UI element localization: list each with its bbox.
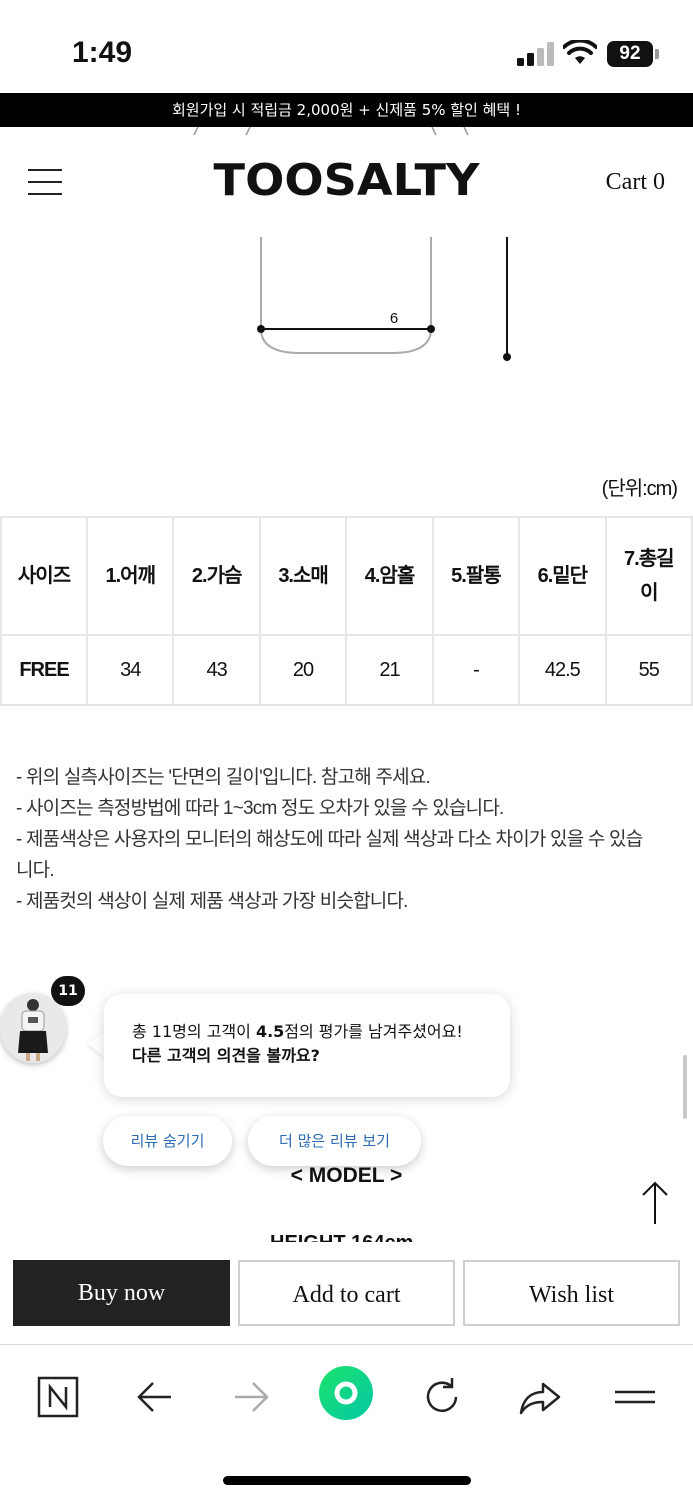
more-reviews-button[interactable]: 더 많은 리뷰 보기 (248, 1116, 421, 1166)
naver-icon[interactable] (34, 1373, 82, 1421)
scrollbar[interactable] (683, 1055, 687, 1119)
table-cell: 42.5 (518, 634, 607, 706)
share-icon[interactable] (515, 1373, 563, 1421)
size-table: 사이즈 1.어깨 2.가슴 3.소매 4.암홀 5.팔통 6.밑단 7.총길 이… (0, 516, 693, 706)
header-cell: 3.소매 (258, 516, 348, 636)
signal-icon (517, 42, 555, 66)
table-cell: 55 (604, 634, 693, 706)
header-cell-line2: 이 (640, 582, 658, 604)
model-title: < MODEL > (290, 1164, 403, 1187)
header-cell-total-length: 7.총길 이 (604, 516, 693, 636)
note-line: 니다. (16, 860, 55, 881)
header-cell: 5.팔통 (431, 516, 521, 636)
home-indicator[interactable] (223, 1476, 471, 1485)
size-diagram: 6 (257, 237, 511, 361)
model-height: HEIGHT 164cm (270, 1228, 413, 1242)
table-cell: - (431, 634, 521, 706)
review-summary: 총 11명의 고객이 4.5점의 평가를 남겨주셨어요! (132, 1020, 482, 1044)
cart-link[interactable]: Cart 0 (606, 169, 665, 196)
more-menu-icon[interactable] (611, 1373, 659, 1421)
avatar-figure-icon (18, 999, 48, 1061)
review-bubble[interactable]: 총 11명의 고객이 4.5점의 평가를 남겨주셨어요! 다른 고객의 의견을 … (104, 994, 510, 1097)
review-summary-text-end: 점의 평가를 남겨주셨어요! (284, 1022, 463, 1041)
note-line: - 사이즈는 측정방법에 따라 1~3cm 정도 오차가 있을 수 있습니다. (16, 798, 504, 819)
review-score: 4.5 (255, 1022, 285, 1041)
product-action-bar: Buy now Add to cart Wish list (0, 1242, 693, 1344)
review-summary-text: 총 11명의 고객이 (132, 1022, 256, 1041)
battery-cap (655, 49, 659, 59)
status-time: 1:49 (72, 36, 133, 69)
review-prompt: 다른 고객의 의견을 볼까요? (132, 1044, 482, 1068)
header-cell: 2.가슴 (172, 516, 261, 636)
header-cell: 1.어깨 (85, 516, 175, 636)
buy-now-button[interactable]: Buy now (13, 1260, 230, 1326)
table-cell: 43 (172, 634, 261, 706)
header-cell: 4.암홀 (345, 516, 434, 636)
battery-indicator: 92 (607, 41, 653, 67)
review-avatar[interactable] (0, 993, 66, 1063)
note-line: - 제품컷의 색상이 실제 제품 색상과 가장 비슷합니다. (16, 891, 408, 912)
add-to-cart-button[interactable]: Add to cart (238, 1260, 455, 1326)
review-prompt-text: 다른 고객의 의견을 볼까요? (132, 1046, 320, 1065)
forward-icon[interactable] (227, 1373, 275, 1421)
note-line: - 위의 실측사이즈는 '단면의 길이'입니다. 참고해 주세요. (16, 767, 431, 788)
header-cell: 사이즈 (0, 516, 88, 636)
home-icon[interactable] (318, 1365, 374, 1421)
arrow-up-icon[interactable] (638, 1180, 672, 1226)
hide-reviews-button[interactable]: 리뷰 숨기기 (103, 1116, 232, 1166)
unit-label: (단위:cm) (601, 478, 678, 500)
size-table-header: 사이즈 1.어깨 2.가슴 3.소매 4.암홀 5.팔통 6.밑단 7.총길 이 (0, 516, 693, 636)
back-icon[interactable] (131, 1373, 179, 1421)
note-line: - 제품색상은 사용자의 모니터의 해상도에 따라 실제 색상과 다소 차이가 … (16, 829, 643, 850)
table-row: FREE 34 43 20 21 - 42.5 55 (0, 634, 693, 706)
site-header: TOOSALTY Cart 0 (0, 127, 693, 237)
wish-list-button[interactable]: Wish list (463, 1260, 680, 1326)
diagram-top-fragment (193, 127, 469, 136)
review-count-badge: 11 (51, 976, 85, 1006)
size-notes: - 위의 실측사이즈는 '단면의 길이'입니다. 참고해 주세요. - 사이즈는… (16, 762, 681, 917)
header-cell-line1: 7.총길 (624, 548, 674, 570)
table-cell: FREE (0, 634, 88, 706)
reload-icon[interactable] (418, 1373, 466, 1421)
table-cell: 21 (345, 634, 434, 706)
promo-banner[interactable]: 회원가입 시 적립금 2,000원 + 신제품 5% 할인 혜택 ! (0, 93, 693, 127)
table-cell: 34 (85, 634, 175, 706)
wifi-icon (563, 40, 597, 64)
diagram-label: 6 (390, 310, 398, 327)
header-cell: 6.밑단 (518, 516, 607, 636)
site-logo[interactable]: TOOSALTY (0, 155, 693, 206)
status-bar: 1:49 92 (0, 0, 693, 92)
table-cell: 20 (258, 634, 348, 706)
